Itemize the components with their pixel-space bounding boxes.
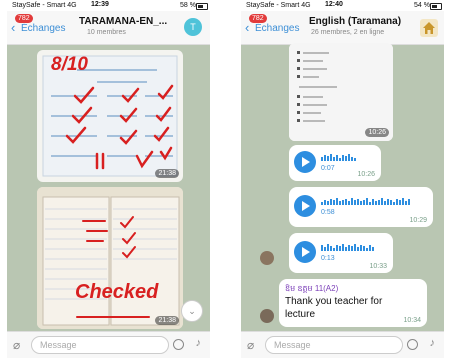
score-mark: 8/10 bbox=[51, 54, 88, 75]
clock: 12:40 bbox=[325, 1, 343, 8]
right-phone-screen: StaySafe - Smart 4G 12:40 54 % ‹ Échange… bbox=[241, 0, 444, 358]
chat-area[interactable]: 8/10 21:38 Checked 21:38 bbox=[7, 45, 210, 332]
avatar[interactable] bbox=[260, 309, 274, 323]
status-bar: StaySafe - Smart 4G 12:40 54 % bbox=[241, 0, 444, 11]
battery-percent: 54 % bbox=[414, 2, 430, 9]
photo-message-document[interactable]: 10:26 bbox=[289, 43, 393, 141]
voice-duration: 0:13 bbox=[321, 255, 335, 262]
message-time: 10:26 bbox=[365, 128, 389, 137]
back-label: Échanges bbox=[255, 23, 300, 34]
message-time: 21:38 bbox=[155, 169, 179, 178]
play-icon[interactable] bbox=[294, 195, 316, 217]
document-photo bbox=[289, 43, 393, 141]
message-text: Thank you teacher for lecture bbox=[285, 296, 383, 320]
play-icon[interactable] bbox=[294, 151, 316, 173]
photo-message-notebook[interactable]: Checked 21:38 bbox=[37, 187, 183, 329]
text-message[interactable]: ឱម ឧត្តម 11(A2) Thank you teacher for le… bbox=[279, 279, 427, 327]
microphone-icon[interactable]: ♪ bbox=[196, 337, 202, 349]
carrier-label: StaySafe - Smart 4G bbox=[12, 2, 77, 9]
sender-name[interactable]: ឱម ឧត្តម 11(A2) bbox=[285, 283, 338, 295]
photo-message-worksheet[interactable]: 8/10 21:38 bbox=[37, 50, 183, 182]
paperclip-icon[interactable]: ⌀ bbox=[247, 338, 254, 352]
voice-message[interactable]: 0:07 10:26 bbox=[289, 145, 381, 181]
chevron-left-icon: ‹ bbox=[245, 20, 250, 35]
input-bar: ⌀ Message ♪ bbox=[7, 331, 210, 358]
message-time: 21:38 bbox=[155, 316, 179, 325]
message-time: 10:33 bbox=[369, 263, 387, 270]
status-bar: StaySafe - Smart 4G 12:39 58 % bbox=[7, 0, 210, 11]
battery-percent: 58 % bbox=[180, 2, 196, 9]
chat-title[interactable]: English (Taramana) bbox=[309, 16, 401, 27]
battery-icon bbox=[430, 3, 442, 10]
voice-message[interactable]: 0:58 10:29 bbox=[289, 187, 433, 227]
carrier-label: StaySafe - Smart 4G bbox=[246, 2, 311, 9]
chat-header: ‹ Échanges 782 TARAMANA-EN_... 10 membre… bbox=[7, 11, 210, 45]
chat-header: ‹ Échanges 782 English (Taramana) 26 mem… bbox=[241, 11, 444, 45]
back-label: Échanges bbox=[21, 23, 66, 34]
voice-duration: 0:58 bbox=[321, 209, 335, 216]
microphone-icon[interactable]: ♪ bbox=[430, 337, 436, 349]
input-bar: ⌀ Message ♪ bbox=[241, 331, 444, 358]
paperclip-icon[interactable]: ⌀ bbox=[13, 338, 20, 352]
message-time: 10:29 bbox=[409, 217, 427, 224]
message-time: 10:34 bbox=[403, 317, 421, 324]
group-avatar[interactable]: T bbox=[184, 18, 202, 36]
chat-subtitle: 26 membres, 2 en ligne bbox=[311, 29, 385, 36]
left-phone-screen: StaySafe - Smart 4G 12:39 58 % ‹ Échange… bbox=[7, 0, 210, 358]
message-time: 10:26 bbox=[357, 171, 375, 178]
notebook-photo bbox=[37, 187, 183, 329]
sticker-icon[interactable] bbox=[407, 339, 418, 350]
chat-area[interactable]: 10:26 0:07 10:26 0:58 10:29 0:13 10:33 ឱ… bbox=[241, 43, 444, 332]
group-avatar-house-icon[interactable] bbox=[420, 19, 438, 37]
unread-badge: 782 bbox=[15, 14, 33, 23]
chat-subtitle: 10 membres bbox=[87, 29, 126, 36]
chat-title[interactable]: TARAMANA-EN_... bbox=[79, 16, 167, 27]
message-input[interactable]: Message bbox=[265, 336, 403, 354]
avatar[interactable] bbox=[260, 251, 274, 265]
checked-mark: Checked bbox=[75, 281, 159, 303]
battery-icon bbox=[196, 3, 208, 10]
scroll-down-button[interactable]: ⌄ bbox=[181, 300, 203, 322]
clock: 12:39 bbox=[91, 1, 109, 8]
voice-message[interactable]: 0:13 10:33 bbox=[289, 233, 393, 273]
unread-badge: 782 bbox=[249, 14, 267, 23]
play-icon[interactable] bbox=[294, 241, 316, 263]
chevron-left-icon: ‹ bbox=[11, 20, 16, 35]
chevron-down-icon: ⌄ bbox=[188, 306, 196, 316]
message-input[interactable]: Message bbox=[31, 336, 169, 354]
sticker-icon[interactable] bbox=[173, 339, 184, 350]
voice-duration: 0:07 bbox=[321, 165, 335, 172]
